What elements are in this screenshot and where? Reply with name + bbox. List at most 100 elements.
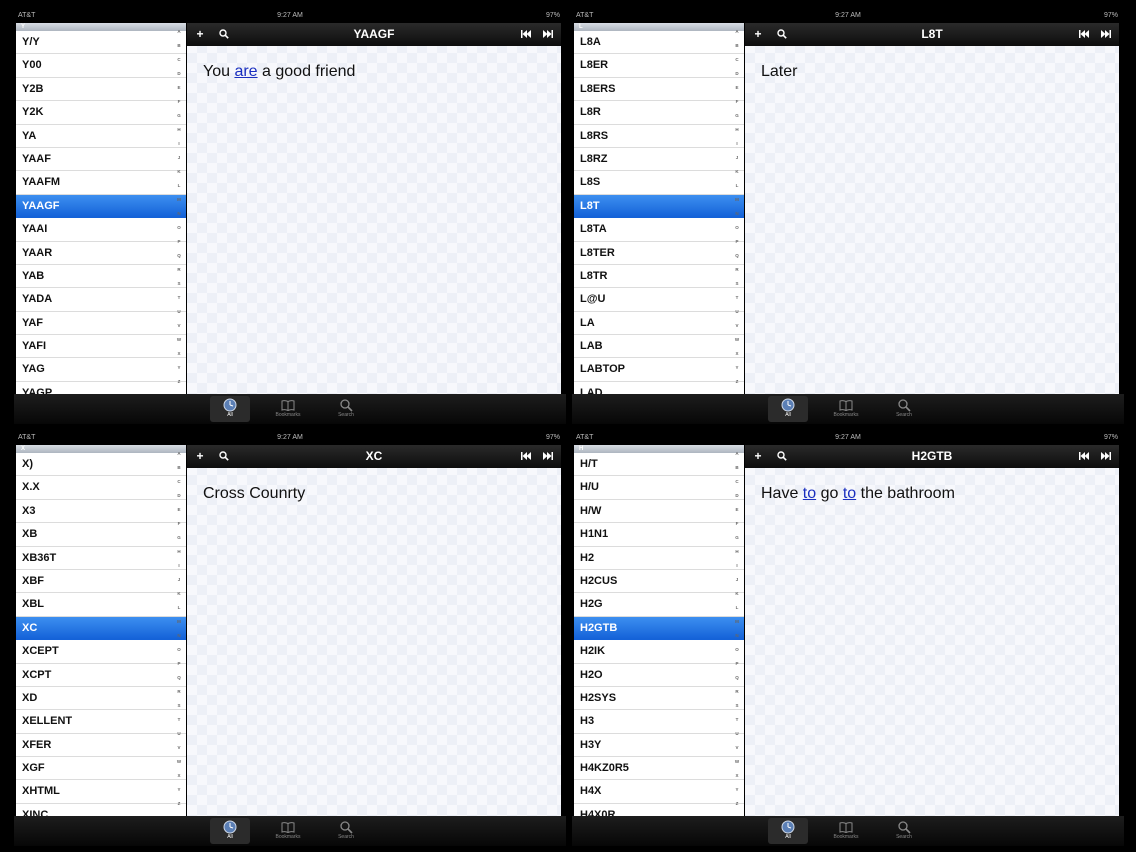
index-letter[interactable]: S <box>735 703 738 708</box>
index-letter[interactable]: T <box>178 295 181 300</box>
tab-all[interactable]: All <box>768 818 808 844</box>
index-letter[interactable]: N <box>177 633 180 638</box>
alphabet-index[interactable]: A B C D E F G H I J K L M N O P Q R S T U V W X Y Z <box>172 445 186 816</box>
magnifier-icon[interactable] <box>217 26 231 42</box>
list-item[interactable]: H2G <box>574 593 744 617</box>
index-letter[interactable]: A <box>735 451 738 456</box>
index-letter[interactable]: B <box>177 43 180 48</box>
index-letter[interactable]: N <box>177 211 180 216</box>
list-item[interactable]: YAAF <box>16 148 186 172</box>
index-letter[interactable]: E <box>177 507 180 512</box>
index-letter[interactable]: P <box>735 661 738 666</box>
index-letter[interactable]: K <box>177 591 180 596</box>
index-letter[interactable]: G <box>177 535 181 540</box>
index-letter[interactable]: M <box>735 197 739 202</box>
index-letter[interactable]: Q <box>735 253 739 258</box>
index-letter[interactable]: H <box>735 127 738 132</box>
index-letter[interactable]: O <box>177 647 181 652</box>
list-item[interactable]: YAAFM <box>16 171 186 195</box>
skip-back-icon[interactable] <box>519 448 533 464</box>
index-letter[interactable]: B <box>735 43 738 48</box>
definition-link[interactable]: to <box>843 485 856 502</box>
list-item[interactable]: LA <box>574 312 744 336</box>
list-item[interactable]: H4KZ0R5 <box>574 757 744 781</box>
index-letter[interactable]: M <box>177 619 181 624</box>
index-letter[interactable]: F <box>178 521 181 526</box>
list-item[interactable]: XCPT <box>16 664 186 687</box>
list-item[interactable]: H2SYS <box>574 687 744 711</box>
list-item[interactable]: XELLENT <box>16 710 186 734</box>
index-letter[interactable]: W <box>735 337 739 342</box>
tab-search[interactable]: Search <box>884 396 924 422</box>
list-item[interactable]: YAB <box>16 265 186 289</box>
index-letter[interactable]: C <box>177 479 180 484</box>
word-list[interactable]: H H/T H/U H/W H1N1 H2 H2CUS H2G H2GTB H2IK H2O H2S… <box>574 445 744 816</box>
list-item[interactable]: YAGP <box>16 382 186 394</box>
list-item[interactable]: Y/Y <box>16 31 186 55</box>
list-item[interactable]: H/W <box>574 500 744 524</box>
index-letter[interactable]: J <box>736 155 739 160</box>
index-letter[interactable]: N <box>735 633 738 638</box>
list-item[interactable]: H2 <box>574 547 744 570</box>
index-letter[interactable]: X <box>177 773 180 778</box>
index-letter[interactable]: L <box>178 605 181 610</box>
list-item[interactable]: H2CUS <box>574 570 744 594</box>
index-letter[interactable]: L <box>736 183 739 188</box>
skip-forward-icon[interactable] <box>1099 26 1113 42</box>
list-item[interactable]: XB36T <box>16 547 186 570</box>
list-item[interactable]: L8RS <box>574 125 744 148</box>
index-letter[interactable]: X <box>735 773 738 778</box>
index-letter[interactable]: I <box>178 563 179 568</box>
list-item[interactable]: YA <box>16 125 186 148</box>
plus-icon[interactable]: + <box>751 448 765 464</box>
definition-link[interactable]: are <box>234 63 257 80</box>
index-letter[interactable]: F <box>736 521 739 526</box>
skip-back-icon[interactable] <box>1077 26 1091 42</box>
list-item-selected[interactable]: L8T <box>574 194 744 219</box>
list-item[interactable]: L8R <box>574 101 744 125</box>
list-item[interactable]: YAAI <box>16 218 186 242</box>
list-item[interactable]: YAF <box>16 312 186 336</box>
index-letter[interactable]: J <box>178 577 181 582</box>
list-item[interactable]: XBF <box>16 570 186 594</box>
tab-all[interactable]: All <box>768 396 808 422</box>
alphabet-index[interactable]: A B C D E F G H I J K L M N O P Q R S T U V W X Y Z <box>730 23 744 394</box>
index-letter[interactable]: A <box>177 29 180 34</box>
word-list[interactable]: L L8A L8ER L8ERS L8R L8RS L8RZ L8S L8T L8TA L8TER… <box>574 23 744 394</box>
list-item-selected[interactable]: H2GTB <box>574 616 744 641</box>
index-letter[interactable]: O <box>735 647 739 652</box>
skip-back-icon[interactable] <box>519 26 533 42</box>
index-letter[interactable]: F <box>736 99 739 104</box>
index-letter[interactable]: S <box>177 281 180 286</box>
index-letter[interactable]: U <box>735 309 738 314</box>
list-item[interactable]: XB <box>16 523 186 547</box>
index-letter[interactable]: B <box>735 465 738 470</box>
list-item[interactable]: YAAR <box>16 242 186 265</box>
word-list[interactable]: Y Y/Y Y00 Y2B Y2K YA YAAF YAAFM YAAGF YAAI YAAR YA… <box>16 23 186 394</box>
list-item[interactable]: H2IK <box>574 640 744 664</box>
index-letter[interactable]: M <box>177 197 181 202</box>
index-letter[interactable]: U <box>177 731 180 736</box>
list-item[interactable]: XINC <box>16 804 186 816</box>
tab-all[interactable]: All <box>210 396 250 422</box>
index-letter[interactable]: Q <box>735 675 739 680</box>
index-letter[interactable]: D <box>735 71 738 76</box>
index-letter[interactable]: Y <box>177 365 180 370</box>
index-letter[interactable]: R <box>177 689 180 694</box>
index-letter[interactable]: P <box>177 661 180 666</box>
index-letter[interactable]: W <box>735 759 739 764</box>
list-item-selected[interactable]: YAAGF <box>16 194 186 219</box>
list-item[interactable]: H1N1 <box>574 523 744 547</box>
index-letter[interactable]: K <box>177 169 180 174</box>
list-item[interactable]: L8RZ <box>574 148 744 172</box>
index-letter[interactable]: B <box>177 465 180 470</box>
index-letter[interactable]: J <box>736 577 739 582</box>
list-item[interactable]: XCEPT <box>16 640 186 664</box>
list-item[interactable]: X3 <box>16 500 186 524</box>
index-letter[interactable]: D <box>177 493 180 498</box>
index-letter[interactable]: E <box>735 507 738 512</box>
skip-forward-icon[interactable] <box>1099 448 1113 464</box>
index-letter[interactable]: V <box>735 323 738 328</box>
index-letter[interactable]: W <box>177 337 181 342</box>
list-item[interactable]: H2O <box>574 664 744 687</box>
